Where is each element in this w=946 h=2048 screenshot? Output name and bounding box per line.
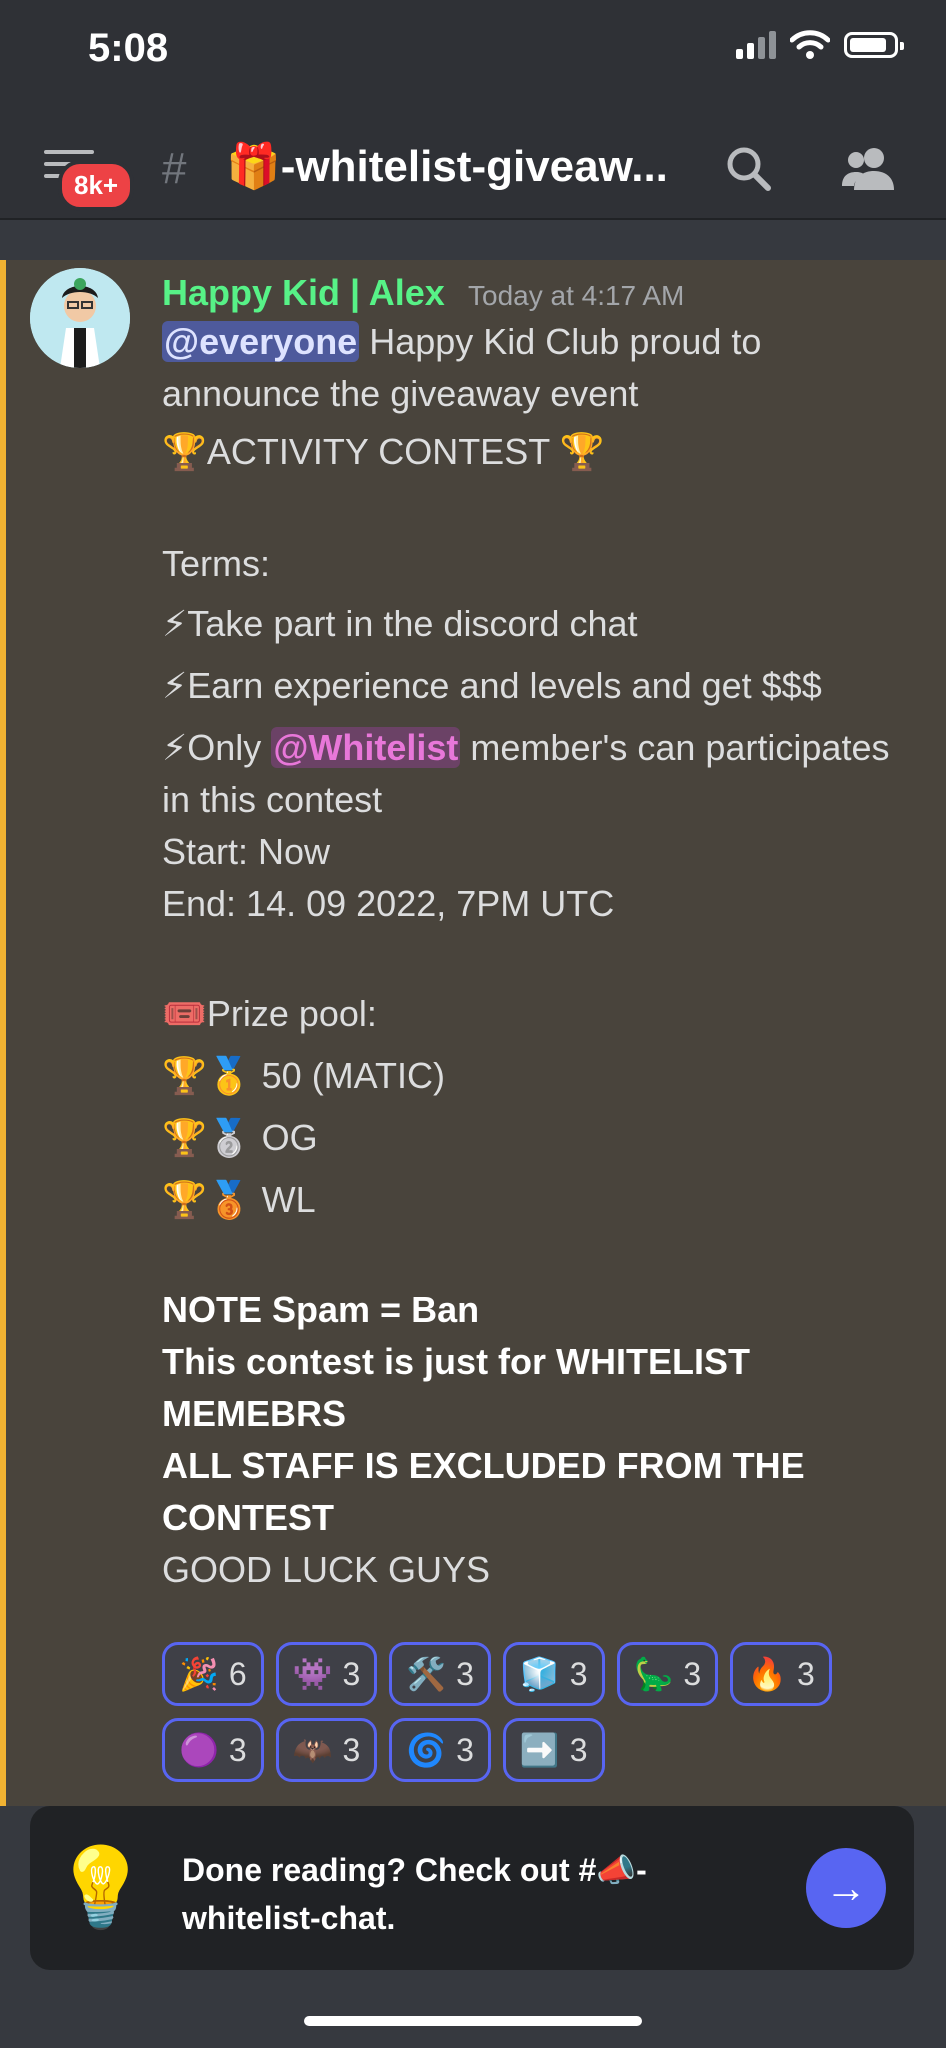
reaction-emoji: 🛠️ xyxy=(406,1656,447,1692)
contest-title: 🏆ACTIVITY CONTEST 🏆 xyxy=(162,431,605,472)
term-item: ⚡Earn experience and levels and get $$$ xyxy=(162,665,822,706)
note-line: NOTE Spam = Ban xyxy=(162,1289,480,1330)
search-icon[interactable] xyxy=(724,144,772,192)
reaction-button[interactable]: 🌀 3 xyxy=(389,1718,491,1782)
reaction-count: 3 xyxy=(569,1655,588,1692)
prize-item: 🏆🥈 OG xyxy=(162,1117,318,1158)
reaction-count: 3 xyxy=(228,1731,247,1768)
reaction-emoji: 🧊 xyxy=(519,1656,560,1692)
announcement-line: @everyone Happy Kid Club proud to announ… xyxy=(162,316,922,420)
reaction-emoji: 🔥 xyxy=(747,1656,788,1692)
arrow-right-icon[interactable]: → xyxy=(806,1848,886,1928)
avatar[interactable] xyxy=(30,268,130,368)
terms-label: Terms: xyxy=(162,543,270,584)
reaction-count: 3 xyxy=(456,1731,474,1768)
reaction-count: 3 xyxy=(456,1655,474,1692)
channel-header: 8k+ # 🎁-whitelist-giveaw... xyxy=(0,110,946,220)
reaction-count: 3 xyxy=(342,1731,361,1768)
battery-icon xyxy=(844,32,904,58)
reaction-count: 3 xyxy=(569,1731,588,1768)
unread-badge: 8k+ xyxy=(58,160,135,211)
lightbulb-icon: 💡 xyxy=(52,1843,150,1931)
reaction-count: 3 xyxy=(683,1655,702,1692)
reaction-emoji: 🦇 xyxy=(292,1732,333,1768)
reaction-button[interactable]: 🛠️ 3 xyxy=(389,1642,491,1706)
term-item: ⚡Take part in the discord chat xyxy=(162,603,638,644)
status-time: 5:08 xyxy=(88,26,169,70)
done-reading-prompt[interactable]: 💡 Done reading? Check out #📣-whitelist-c… xyxy=(30,1806,914,1970)
reaction-emoji: 👾 xyxy=(292,1656,333,1692)
signal-icon xyxy=(736,31,776,59)
message-author[interactable]: Happy Kid | Alex xyxy=(162,272,445,314)
prize-item: 🏆🥉 WL xyxy=(162,1179,316,1220)
good-luck-line: GOOD LUCK GUYS xyxy=(162,1549,491,1590)
reaction-button[interactable]: 🦇 3 xyxy=(275,1718,378,1782)
everyone-mention[interactable]: @everyone xyxy=(162,321,360,362)
start-line: Start: Now xyxy=(162,831,331,872)
note-line: ALL STAFF IS EXCLUDED FROM THE CONTEST xyxy=(162,1445,805,1538)
end-line: End: 14. 09 2022, 7PM UTC xyxy=(162,883,615,924)
reaction-button[interactable]: ➡️ 3 xyxy=(502,1718,605,1782)
reaction-button[interactable]: 🧊 3 xyxy=(502,1642,605,1706)
reaction-emoji: ➡️ xyxy=(519,1732,560,1768)
reaction-button[interactable]: 🎉 6 xyxy=(162,1642,264,1706)
message-content: @everyone Happy Kid Club proud to announ… xyxy=(162,316,922,1596)
reaction-emoji: 🌀 xyxy=(406,1732,447,1768)
reaction-count: 6 xyxy=(228,1655,247,1692)
prize-item: 🏆🥇 50 (MATIC) xyxy=(162,1055,445,1096)
reactions-bar: 🎉 6 👾 3 🛠️ 3 🧊 3 🦕 3 🔥 3 🟣 3 🦇 3 🌀 3 ➡️ 3 xyxy=(162,1642,922,1782)
members-icon[interactable] xyxy=(840,144,896,192)
reaction-count: 3 xyxy=(342,1655,361,1692)
term-text: ⚡Only xyxy=(162,727,272,768)
channel-title[interactable]: 🎁-whitelist-giveaw... xyxy=(226,140,668,192)
reaction-emoji: 🦕 xyxy=(633,1656,674,1692)
reaction-emoji: 🎉 xyxy=(179,1656,219,1692)
prompt-text: Done reading? Check out #📣-whitelist-cha… xyxy=(182,1852,647,1936)
home-indicator[interactable] xyxy=(304,2016,642,2026)
reaction-button[interactable]: 🦕 3 xyxy=(616,1642,719,1706)
reaction-emoji: 🟣 xyxy=(179,1732,219,1768)
reaction-button[interactable]: 🔥 3 xyxy=(730,1642,832,1706)
term-item: ⚡Only @Whitelist member's can participat… xyxy=(162,722,922,826)
wifi-icon xyxy=(790,30,830,59)
chat-divider xyxy=(0,220,946,260)
reaction-button[interactable]: 👾 3 xyxy=(275,1642,378,1706)
message-item: Happy Kid | Alex Today at 4:17 AM @every… xyxy=(0,260,946,1806)
whitelist-role-mention[interactable]: @Whitelist xyxy=(271,727,461,768)
locked-channel-icon: # xyxy=(162,144,187,193)
message-timestamp: Today at 4:17 AM xyxy=(468,280,685,311)
prize-label: 🎟️Prize pool: xyxy=(162,993,377,1034)
reaction-count: 3 xyxy=(797,1655,815,1692)
reaction-button[interactable]: 🟣 3 xyxy=(162,1718,264,1782)
status-bar: 5:08 xyxy=(0,0,946,110)
status-icons xyxy=(736,30,904,60)
note-line: This contest is just for WHITELIST MEMEB… xyxy=(162,1341,751,1434)
